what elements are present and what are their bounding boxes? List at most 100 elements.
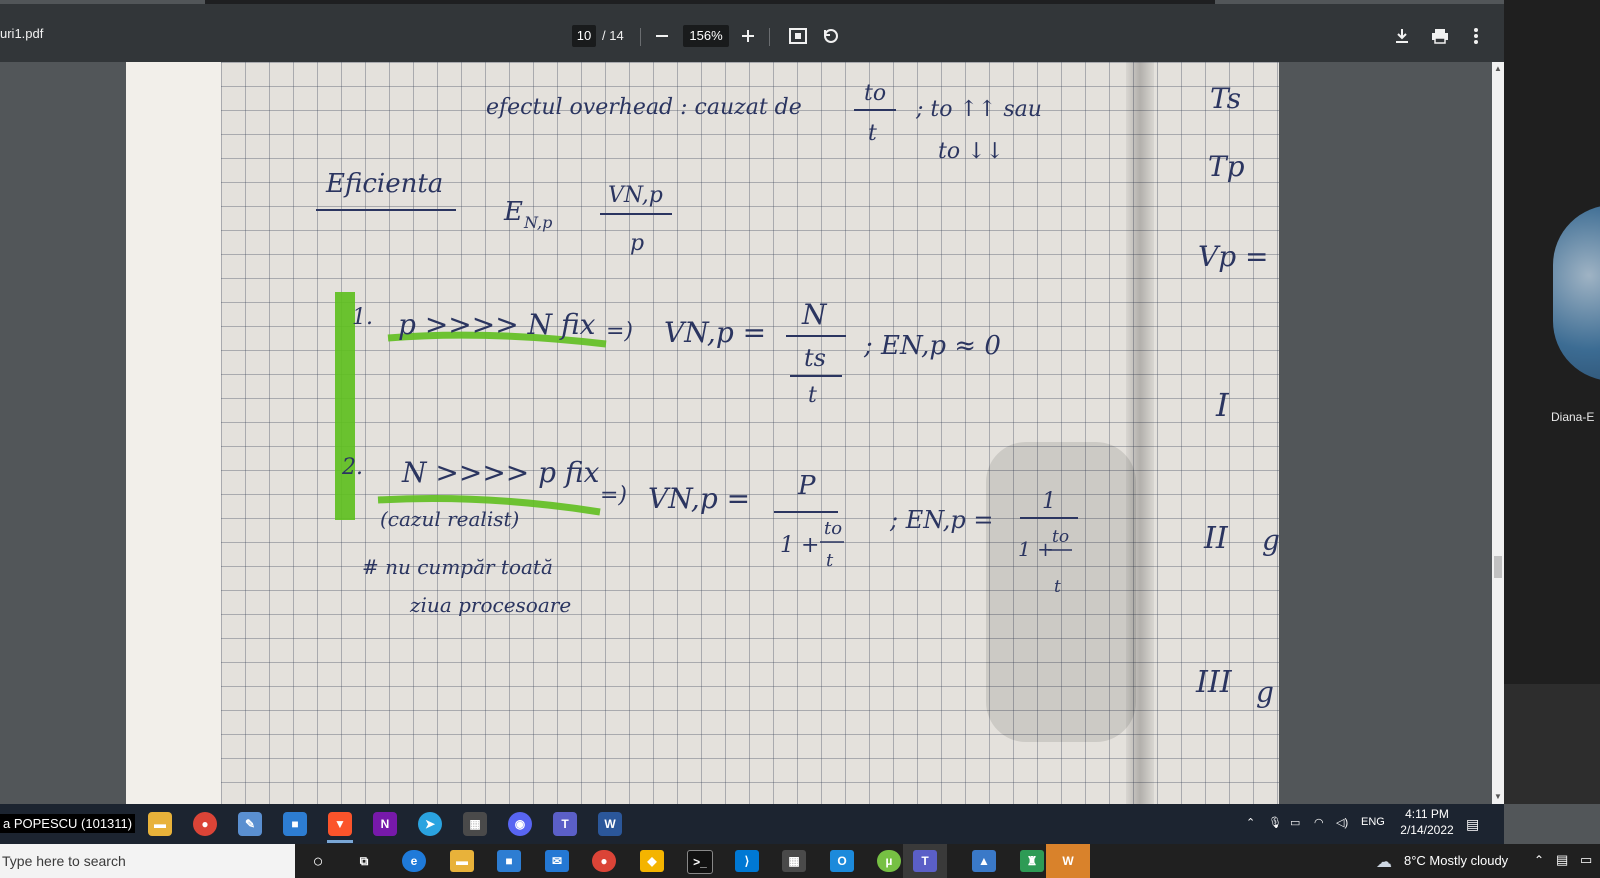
outlook-icon[interactable]: O [830,850,854,872]
calculator-icon[interactable]: ▦ [782,850,806,872]
more-icon[interactable] [1462,22,1490,50]
item-2-den-den: t [826,550,834,571]
mail-icon[interactable]: ✉ [545,850,569,872]
download-icon[interactable] [1388,22,1416,50]
teams-icon[interactable]: T [913,850,937,872]
scrollbar-thumb[interactable] [1494,556,1502,578]
right-page-vp: Vp = [1198,240,1269,273]
app-icon[interactable]: ♜ [1020,850,1044,872]
item-2-den-num: to [824,518,842,539]
item-2-tail-den-a: 1 + [1018,537,1054,561]
audio-app-icon[interactable]: W [1056,850,1080,872]
chrome-icon[interactable]: ● [592,850,616,872]
item-2-label: 2. [341,455,363,480]
pdf-filename: uri1.pdf [0,26,44,41]
calculator-icon[interactable]: ▦ [463,812,487,836]
vertical-scrollbar[interactable]: ▲ ▼ [1492,62,1504,804]
zoom-in-icon[interactable] [734,22,762,50]
tray-chevron-icon[interactable]: ⌃ [1534,853,1544,867]
photos-icon[interactable]: ▲ [972,850,996,872]
onenote-icon[interactable]: N [373,812,397,836]
toolbar-divider [769,28,770,46]
item-2-numerator: P [797,471,816,501]
page-number-input[interactable]: 10 [572,25,596,47]
battery-icon[interactable]: ▭ [1290,816,1300,829]
brave-icon[interactable]: ▼ [328,812,352,836]
utorrent-icon[interactable]: µ [877,850,901,872]
tray-chevron-icon[interactable]: ⌃ [1246,816,1255,829]
discord-icon[interactable]: ◉ [508,812,532,836]
item-1-arrow: =) [606,319,633,344]
remote-date: 2/14/2022 [1400,823,1454,837]
scroll-down-icon[interactable]: ▼ [1492,790,1504,804]
fit-page-icon[interactable] [784,22,812,50]
item-2-condition: N >>>> p fix [401,456,600,489]
item-2-lhs: VN,p = [648,482,750,515]
edge-icon[interactable]: e [402,850,426,872]
chrome-icon[interactable]: ● [193,812,217,836]
overhead-text: efectul overhead : cauzat de [486,95,802,120]
item-1-lhs: VN,p = [664,316,766,349]
presenter-label: a POPESCU (101311) [0,814,136,833]
notification-icon[interactable]: ▤ [1556,852,1568,868]
file-explorer-icon[interactable]: ▬ [148,812,172,836]
item-2-den-a: 1 + [780,533,819,558]
zoom-level-input[interactable]: 156% [683,25,729,47]
efficiency-heading: Eficienta [325,169,443,199]
language-indicator[interactable]: ENG [1361,816,1385,828]
pdf-toolbar: uri1.pdf 10 / 14 156% [0,4,1504,62]
pdf-document-area[interactable]: efectul overhead : cauzat de to t ; to ↑… [0,62,1504,804]
active-app-indicator [327,840,353,843]
telegram-icon[interactable]: ➤ [418,812,442,836]
network-icon[interactable]: ▭ [1580,852,1592,868]
overhead-tail: ; to ↑↑ sau [915,97,1042,122]
page-total: / 14 [602,28,624,43]
right-page-tp: Tp [1208,150,1245,183]
store-icon[interactable]: ■ [283,812,307,836]
cortana-icon[interactable]: ○ [306,850,330,872]
teams-icon[interactable]: T [553,812,577,836]
remote-clock[interactable]: 4:11 PM 2/14/2022 [1392,806,1462,838]
vscode-icon[interactable]: ⟩ [735,850,759,872]
item-1-tail: ; EN,p ≈ 0 [863,331,1001,361]
zoom-out-icon[interactable] [648,22,676,50]
notifications-icon[interactable]: ▤ [1466,816,1479,833]
microphone-icon[interactable]: 🎙 [1268,816,1282,829]
item-1-numerator: N [801,298,828,331]
efficiency-symbol: E [503,197,523,227]
item-1-middle: ts [804,344,826,372]
right-page-roman-3-tail: g [1256,676,1274,709]
word-icon[interactable]: W [598,812,622,836]
item-2-tail-num: 1 [1042,489,1056,514]
remote-taskbar: a POPESCU (101311) ▬ ● ✎ ■ ▼ N ➤ ▦ ◉ T W… [0,804,1504,844]
scroll-up-icon[interactable]: ▲ [1492,62,1504,76]
wifi-icon[interactable]: ◠ [1314,816,1324,829]
volume-icon[interactable]: ◁) [1336,816,1348,829]
item-2-tail-den-num: to [1052,527,1069,547]
item-1-condition: p >>>> N fix [398,308,596,341]
task-view-icon[interactable]: ⧉ [352,850,376,872]
rotate-icon[interactable] [817,22,845,50]
file-explorer-icon[interactable]: ▬ [450,850,474,872]
taskbar-search-input[interactable]: Type here to search [0,844,295,878]
item-2-note: (cazul realist) [380,507,519,531]
participant-name: Diana-E [1551,410,1595,424]
meeting-panel-empty [1504,684,1600,804]
store-icon[interactable]: ■ [497,850,521,872]
efficiency-subscript: N,p [523,213,552,232]
overhead-tail-2: to ↓↓ [938,139,1004,164]
handwritten-notes: efectul overhead : cauzat de to t ; to ↑… [316,81,1279,709]
app-icon[interactable]: ◆ [640,850,664,872]
print-icon[interactable] [1426,22,1454,50]
item-1-label: 1. [352,305,373,330]
toolbar-divider [640,28,641,46]
right-page-roman-1: I [1215,386,1230,424]
right-page-roman-3: III [1195,665,1233,700]
right-page-roman-2: II [1203,521,1229,556]
windows-taskbar: Type here to search ○ ⧉ e ▬ ■ ✉ ● ◆ >_ ⟩… [0,844,1600,878]
overhead-frac-den: t [868,121,877,146]
paint-icon[interactable]: ✎ [238,812,262,836]
terminal-icon[interactable]: >_ [687,850,713,874]
item-2-arrow: =) [600,483,627,508]
weather-widget[interactable]: 8°C Mostly cloudy [1404,853,1508,868]
